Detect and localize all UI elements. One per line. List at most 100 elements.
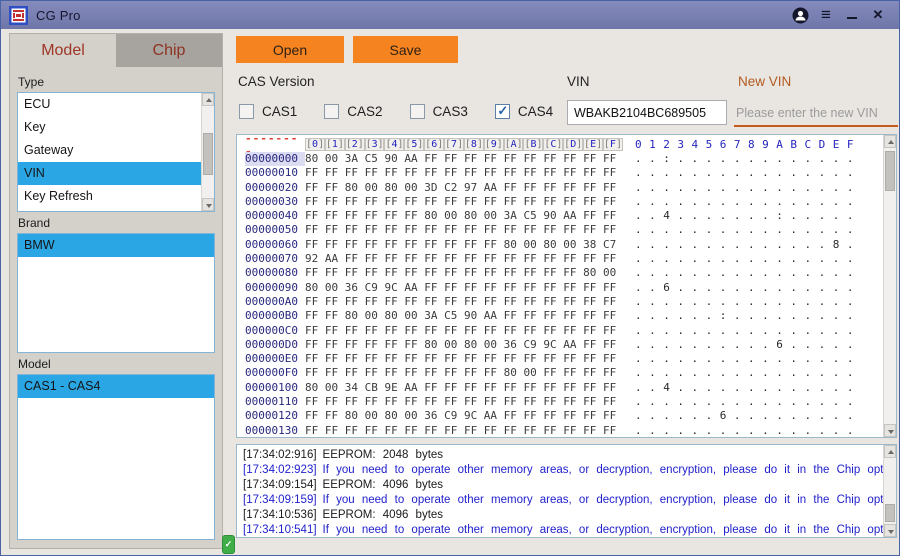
hex-ascii: ................: [635, 166, 861, 180]
scroll-down-icon[interactable]: [884, 524, 896, 537]
hex-address[interactable]: 00000120: [245, 409, 305, 423]
scroll-down-icon[interactable]: [884, 424, 896, 437]
checkbox-label: CAS2: [347, 104, 382, 119]
list-item[interactable]: CAS1 - CAS4: [18, 375, 214, 398]
hex-address[interactable]: 00000090: [245, 281, 305, 295]
hex-scrollbar[interactable]: [883, 135, 896, 437]
hex-bytes[interactable]: FF FF 80 00 80 00 3A C5 90 AA FF FF FF F…: [305, 309, 623, 323]
hex-bytes[interactable]: 80 00 34 CB 9E AA FF FF FF FF FF FF FF F…: [305, 381, 623, 395]
cas-checkbox[interactable]: CAS2: [324, 104, 382, 119]
hex-bytes[interactable]: FF FF FF FF FF FF FF FF FF FF 80 00 80 0…: [305, 238, 623, 252]
vin-input[interactable]: [567, 100, 727, 125]
hex-address[interactable]: 000000F0: [245, 366, 305, 380]
close-icon[interactable]: [865, 4, 891, 26]
log-lines: [17:34:02:916]EEPROM: 2048 bytes [17:34:…: [243, 448, 880, 538]
list-item-label: ECU: [24, 97, 50, 111]
scroll-up-icon[interactable]: [202, 93, 214, 106]
list-item[interactable]: ECU: [18, 93, 201, 116]
sidebar-tab[interactable]: Model: [10, 34, 116, 67]
hex-address[interactable]: 000000C0: [245, 324, 305, 338]
cas-checkbox[interactable]: CAS1: [239, 104, 297, 119]
list-item[interactable]: Gateway: [18, 139, 201, 162]
tab-label: Model: [41, 42, 85, 60]
cas-checkbox[interactable]: CAS3: [410, 104, 468, 119]
hex-bytes[interactable]: FF FF 80 00 80 00 36 C9 9C AA FF FF FF F…: [305, 409, 623, 423]
new-vin-input[interactable]: [734, 100, 898, 127]
hex-address[interactable]: 00000110: [245, 395, 305, 409]
hex-address[interactable]: 000000B0: [245, 309, 305, 323]
hex-column-header: C: [543, 138, 563, 151]
list-item[interactable]: Key: [18, 116, 201, 139]
sidebar: Model Chip Type ECU Key: [9, 33, 223, 549]
hex-bytes[interactable]: FF FF FF FF FF FF FF FF FF FF FF FF FF F…: [305, 295, 623, 309]
scroll-thumb[interactable]: [203, 133, 213, 175]
type-scrollbar[interactable]: [201, 93, 214, 211]
hex-bytes[interactable]: FF FF FF FF FF FF FF FF FF FF FF FF FF F…: [305, 324, 623, 338]
hex-address[interactable]: 00000130: [245, 424, 305, 438]
hex-address[interactable]: 00000010: [245, 166, 305, 180]
hex-ascii: ................: [635, 424, 861, 438]
scroll-down-icon[interactable]: [202, 198, 214, 211]
checkbox-label: CAS4: [518, 104, 553, 119]
hex-row: 00000080 FF FF FF FF FF FF FF FF FF FF F…: [245, 266, 883, 280]
hex-address[interactable]: 00000040: [245, 209, 305, 223]
hex-row: 00000120 FF FF 80 00 80 00 36 C9 9C AA F…: [245, 409, 883, 423]
log-line: [17:34:10:541]If you need to operate oth…: [243, 523, 880, 538]
sidebar-tab[interactable]: Chip: [116, 34, 222, 67]
scroll-thumb[interactable]: [885, 504, 895, 522]
hex-bytes[interactable]: FF FF FF FF FF FF FF FF FF FF FF FF FF F…: [305, 424, 623, 438]
menu-icon[interactable]: [813, 4, 839, 26]
hex-bytes[interactable]: FF FF FF FF FF FF 80 00 80 00 3A C5 90 A…: [305, 209, 623, 223]
hex-bytes[interactable]: 80 00 36 C9 9C AA FF FF FF FF FF FF FF F…: [305, 281, 623, 295]
list-item[interactable]: Key Refresh: [18, 185, 201, 208]
hex-column-header: 9: [484, 138, 504, 151]
hex-ascii: ................: [635, 395, 861, 409]
hex-bytes[interactable]: FF FF FF FF FF FF FF FF FF FF FF FF FF F…: [305, 223, 623, 237]
hex-address[interactable]: 000000A0: [245, 295, 305, 309]
hex-bytes[interactable]: FF FF FF FF FF FF FF FF FF FF FF FF FF F…: [305, 195, 623, 209]
hex-bytes[interactable]: FF FF FF FF FF FF FF FF FF FF 80 00 FF F…: [305, 366, 623, 380]
hex-bytes[interactable]: FF FF FF FF FF FF FF FF FF FF FF FF FF F…: [305, 352, 623, 366]
hex-address[interactable]: 00000100: [245, 381, 305, 395]
hex-ascii: ................: [635, 295, 861, 309]
hex-address[interactable]: 00000020: [245, 181, 305, 195]
scroll-up-icon[interactable]: [884, 135, 896, 148]
hex-bytes[interactable]: FF FF FF FF FF FF FF FF FF FF FF FF FF F…: [305, 395, 623, 409]
hex-address[interactable]: 000000E0: [245, 352, 305, 366]
checkbox-icon[interactable]: [239, 104, 254, 119]
hex-bytes[interactable]: FF FF FF FF FF FF FF FF FF FF FF FF FF F…: [305, 166, 623, 180]
hex-address[interactable]: 00000030: [245, 195, 305, 209]
hex-address[interactable]: 00000080: [245, 266, 305, 280]
list-item[interactable]: BMW: [18, 234, 214, 257]
log-message: EEPROM: 2048 bytes: [323, 449, 444, 461]
scroll-up-icon[interactable]: [884, 445, 896, 458]
minimize-icon[interactable]: [839, 4, 865, 26]
save-button[interactable]: Save: [353, 36, 458, 63]
hex-column-header: 4: [384, 138, 404, 151]
hex-bytes[interactable]: 92 AA FF FF FF FF FF FF FF FF FF FF FF F…: [305, 252, 623, 266]
hex-bytes[interactable]: 80 00 3A C5 90 AA FF FF FF FF FF FF FF F…: [305, 152, 623, 166]
hex-bytes[interactable]: FF FF 80 00 80 00 3D C2 97 AA FF FF FF F…: [305, 181, 623, 195]
hex-address[interactable]: 00000000: [245, 152, 305, 166]
cas-checkbox[interactable]: CAS4: [495, 104, 553, 119]
open-button[interactable]: Open: [236, 36, 344, 63]
checkbox-icon[interactable]: [324, 104, 339, 119]
hex-address[interactable]: 00000070: [245, 252, 305, 266]
list-item-label: Key Refresh: [24, 189, 93, 203]
account-icon[interactable]: [787, 4, 813, 26]
hex-bytes[interactable]: FF FF FF FF FF FF FF FF FF FF FF FF FF F…: [305, 266, 623, 280]
hex-address[interactable]: 000000D0: [245, 338, 305, 352]
log-message: If you need to operate other memory area…: [323, 494, 897, 506]
vin-label: VIN: [567, 74, 590, 89]
scroll-thumb[interactable]: [885, 151, 895, 191]
hex-address[interactable]: 00000060: [245, 238, 305, 252]
hex-ascii: ..........6.....: [635, 338, 861, 352]
checkbox-icon[interactable]: [410, 104, 425, 119]
hex-row: 000000A0 FF FF FF FF FF FF FF FF FF FF F…: [245, 295, 883, 309]
list-item[interactable]: VIN: [18, 162, 201, 185]
checkbox-icon[interactable]: [495, 104, 510, 119]
log-panel: [17:34:02:916]EEPROM: 2048 bytes [17:34:…: [236, 444, 897, 538]
log-scrollbar[interactable]: [883, 445, 896, 537]
hex-address[interactable]: 00000050: [245, 223, 305, 237]
hex-bytes[interactable]: FF FF FF FF FF FF 80 00 80 00 36 C9 9C A…: [305, 338, 623, 352]
